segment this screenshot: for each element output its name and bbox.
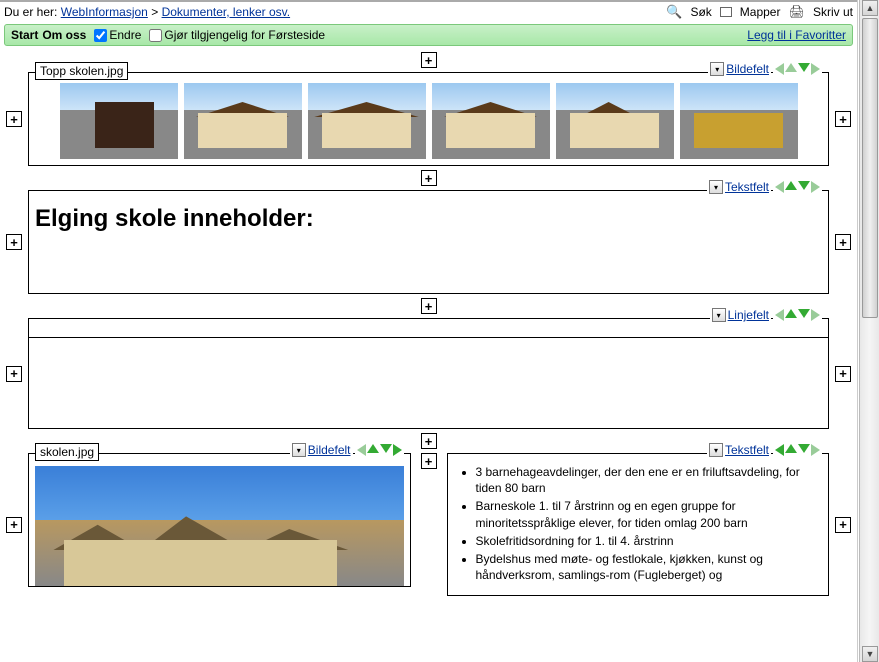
thumb-2	[184, 83, 302, 159]
checkbox-forside-label: Gjør tilgjengelig for Førsteside	[164, 28, 325, 42]
panel2-arrow-up[interactable]	[785, 181, 797, 190]
add-top[interactable]: +	[421, 52, 437, 68]
breadcrumb-sep: >	[151, 5, 158, 19]
panel4-arrow-down[interactable]	[380, 444, 392, 453]
panel3-type-dd[interactable]: ▾	[712, 308, 726, 322]
tab-start[interactable]: Start	[11, 28, 38, 42]
panel-line: ▾ Linjefelt	[28, 318, 829, 429]
scroll-up-icon[interactable]: ▲	[862, 0, 878, 16]
add-right-4[interactable]: +	[835, 517, 851, 533]
panel5-type[interactable]: Tekstfelt	[725, 443, 769, 457]
add-left-4[interactable]: +	[6, 517, 22, 533]
panel5-type-dd[interactable]: ▾	[709, 443, 723, 457]
panel2-arrow-right[interactable]	[811, 181, 820, 193]
panel2-arrow-left[interactable]	[775, 181, 784, 193]
folder-icon[interactable]	[720, 7, 732, 17]
breadcrumb-link-dokumenter[interactable]: Dokumenter, lenker osv.	[162, 5, 291, 19]
panel4-type-dd[interactable]: ▾	[292, 443, 306, 457]
panel1-arrow-down[interactable]	[798, 63, 810, 72]
hline	[29, 337, 828, 338]
panel5-arrow-right[interactable]	[811, 444, 820, 456]
list-item: Barneskole 1. til 7 årstrinn og en egen …	[476, 498, 819, 530]
checkbox-endre-wrap[interactable]: Endre	[94, 28, 141, 42]
thumb-4	[432, 83, 550, 159]
favorites-link[interactable]: Legg til i Favoritter	[747, 28, 846, 42]
checkbox-forside[interactable]	[149, 29, 162, 42]
breadcrumb-prefix: Du er her:	[4, 5, 57, 19]
panel3-arrow-right[interactable]	[811, 309, 820, 321]
print-link[interactable]: Skriv ut	[813, 5, 853, 19]
panel3-arrow-up[interactable]	[785, 309, 797, 318]
image-strip	[29, 73, 828, 165]
search-icon[interactable]: 🔍	[666, 4, 682, 20]
panel1-arrow-right[interactable]	[811, 63, 820, 75]
panel1-arrow-left[interactable]	[775, 63, 784, 75]
add-mid-2[interactable]: +	[421, 298, 437, 314]
panel-image-bottom: skolen.jpg ▾ Bildefelt	[28, 453, 411, 587]
add-left-1[interactable]: +	[6, 111, 22, 127]
panel-image-top: Topp skolen.jpg ▾ Bildefelt	[28, 72, 829, 166]
scrollbar-thumb[interactable]	[862, 18, 878, 318]
print-icon[interactable]: 🖨	[788, 4, 805, 20]
panel-text-heading: ▾ Tekstfelt Elging skole inneholder:	[28, 190, 829, 294]
panel5-arrow-down[interactable]	[798, 444, 810, 453]
action-bar: Start Om oss Endre Gjør tilgjengelig for…	[4, 24, 853, 46]
checkbox-endre-label: Endre	[109, 28, 141, 42]
panel1-filename: Topp skolen.jpg	[35, 62, 128, 80]
heading-text[interactable]: Elging skole inneholder:	[29, 191, 828, 293]
checkbox-forside-wrap[interactable]: Gjør tilgjengelig for Førsteside	[149, 28, 325, 42]
panel4-arrow-up[interactable]	[367, 444, 379, 453]
scrollbar-vertical[interactable]: ▲ ▼	[859, 0, 879, 662]
panel5-arrow-left[interactable]	[775, 444, 784, 456]
panel1-type-dd[interactable]: ▾	[710, 62, 724, 76]
add-right-2[interactable]: +	[835, 234, 851, 250]
list-item: 3 barnehageavdelinger, der den ene er en…	[476, 464, 819, 496]
panel1-arrow-up[interactable]	[785, 63, 797, 72]
thumb-3	[308, 83, 426, 159]
scroll-down-icon[interactable]: ▼	[862, 646, 878, 662]
thumb-6	[680, 83, 798, 159]
tab-om-oss[interactable]: Om oss	[42, 28, 86, 42]
add-right-1[interactable]: +	[835, 111, 851, 127]
panel3-arrow-left[interactable]	[775, 309, 784, 321]
list-item: Bydelshus med møte- og festlokale, kjøkk…	[476, 551, 819, 583]
panel2-type-dd[interactable]: ▾	[709, 180, 723, 194]
thumb-1	[60, 83, 178, 159]
add-right-3[interactable]: +	[835, 366, 851, 382]
bullet-list[interactable]: 3 barnehageavdelinger, der den ene er en…	[448, 454, 829, 595]
panel4-filename: skolen.jpg	[35, 443, 99, 461]
add-mid-3[interactable]: +	[421, 433, 437, 449]
panel1-type[interactable]: Bildefelt	[726, 62, 769, 76]
search-link[interactable]: Søk	[690, 5, 711, 19]
panel3-type[interactable]: Linjefelt	[728, 308, 769, 322]
panel2-type[interactable]: Tekstfelt	[725, 180, 769, 194]
add-between-45[interactable]: +	[421, 453, 437, 469]
add-left-2[interactable]: +	[6, 234, 22, 250]
breadcrumb-link-webinfo[interactable]: WebInformasjon	[61, 5, 148, 19]
panel4-arrow-right[interactable]	[393, 444, 402, 456]
add-mid-1[interactable]: +	[421, 170, 437, 186]
mapper-link[interactable]: Mapper	[740, 5, 781, 19]
add-left-3[interactable]: +	[6, 366, 22, 382]
panel5-arrow-up[interactable]	[785, 444, 797, 453]
panel3-arrow-down[interactable]	[798, 309, 810, 318]
panel-text-bullets: ▾ Tekstfelt 3 barnehageavdelinger, der d…	[447, 453, 830, 596]
breadcrumb-bar: Du er her: WebInformasjon > Dokumenter, …	[0, 0, 857, 22]
big-image	[35, 466, 404, 586]
panel4-arrow-left[interactable]	[357, 444, 366, 456]
panel2-arrow-down[interactable]	[798, 181, 810, 190]
list-item: Skolefritidsordning for 1. til 4. årstri…	[476, 533, 819, 549]
checkbox-endre[interactable]	[94, 29, 107, 42]
panel4-type[interactable]: Bildefelt	[308, 443, 351, 457]
thumb-5	[556, 83, 674, 159]
